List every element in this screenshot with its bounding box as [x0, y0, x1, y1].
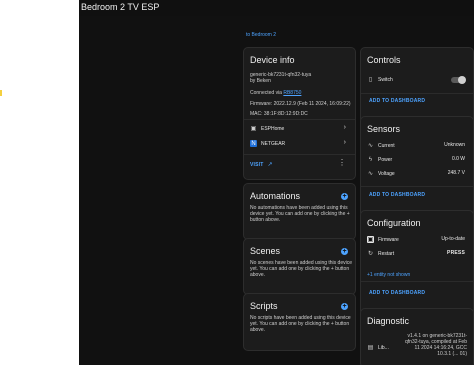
restart-row: ↻ Restart [367, 250, 395, 258]
switch-icon: ▯ [368, 77, 373, 83]
configuration-add-to-dashboard[interactable]: ADD TO DASHBOARD [369, 290, 425, 296]
mac-address: MAC: 38:1F:8D:12:9D:DC [250, 111, 308, 117]
restart-press-button[interactable]: PRESS [447, 250, 465, 256]
esphome-icon: ▣ [250, 126, 257, 132]
controls-card: Controls ▯ Switch ADD TO DASHBOARD [360, 47, 474, 124]
diagnostic-title: Diagnostic [367, 316, 410, 326]
sensors-add-to-dashboard[interactable]: ADD TO DASHBOARD [369, 192, 425, 198]
configuration-card: Configuration ▣ Firmware Up-to-date ↻ Re… [360, 210, 474, 316]
divider [361, 93, 473, 94]
firmware-label: Firmware [378, 236, 399, 243]
sensor-row-current[interactable]: ∿ Current [367, 142, 395, 150]
visit-link[interactable]: VISIT ↗ [250, 161, 273, 169]
device-info-card: Device info generic-bk7231t-qfn32-tuya b… [243, 47, 356, 180]
sensor-row-voltage[interactable]: ∿ Voltage [367, 170, 395, 178]
library-icon: ▤ [367, 345, 374, 351]
chevron-right-icon: › [343, 124, 346, 131]
sensors-title: Sensors [367, 124, 401, 134]
sensor-value: 248.7 V [447, 170, 465, 176]
scripts-title: Scripts [250, 301, 278, 311]
divider [244, 154, 355, 155]
switch-label: Switch [378, 76, 393, 83]
restart-label: Restart [378, 250, 395, 257]
switch-row: ▯ Switch [367, 76, 393, 84]
breadcrumb[interactable]: to Bedroom 2 [246, 32, 276, 38]
scenes-card: Scenes + No scenes have been added using… [243, 238, 356, 295]
more-options-icon[interactable]: ⋮ [338, 158, 346, 167]
integration-label: NETGEAR [261, 140, 286, 147]
power-icon: ϟ [368, 156, 373, 163]
firmware-update-icon: ▣ [367, 236, 374, 243]
restart-icon: ↻ [367, 251, 374, 257]
add-automation-button[interactable]: + [341, 193, 348, 200]
firmware-info: Firmware: 2022.12.9 (Feb 11 2024, 16:09:… [250, 101, 351, 107]
scenes-title: Scenes [250, 246, 281, 256]
top-bar: Bedroom 2 TV ESP [79, 0, 474, 16]
divider [244, 119, 355, 120]
diagnostic-row-lib[interactable]: ▤ Lib... [367, 344, 389, 352]
integration-label: ESPHome [261, 125, 285, 132]
netgear-icon: N [250, 140, 257, 147]
connected-via-link[interactable]: RB8750 [283, 90, 301, 96]
diagnostic-lib-label: Lib... [378, 344, 389, 351]
sensor-label: Power [378, 156, 393, 163]
device-info-title: Device info [250, 55, 295, 65]
divider [361, 186, 473, 187]
diagnostic-card: Diagnostic ▤ Lib... v1.4.1 on generic-bk… [360, 308, 474, 365]
left-indicator [0, 90, 2, 96]
visit-label: VISIT [250, 161, 264, 168]
scripts-card: Scripts + No scripts have been added usi… [243, 293, 356, 351]
firmware-row[interactable]: ▣ Firmware [367, 236, 399, 243]
switch-toggle[interactable] [451, 76, 466, 84]
external-link-icon: ↗ [267, 162, 273, 168]
controls-add-to-dashboard[interactable]: ADD TO DASHBOARD [369, 98, 425, 104]
automations-title: Automations [250, 191, 301, 201]
sensor-label: Voltage [378, 170, 395, 177]
app-window: Bedroom 2 TV ESP to Bedroom 2 Device inf… [79, 0, 474, 365]
voltage-icon: ∿ [367, 171, 374, 177]
integration-row-netgear[interactable]: N NETGEAR [250, 140, 285, 147]
controls-title: Controls [367, 55, 401, 65]
sensors-card: Sensors ∿ Current Unknown ϟ Power 0.0 W … [360, 116, 474, 218]
add-scene-button[interactable]: + [341, 248, 348, 255]
main-content: to Bedroom 2 Device info generic-bk7231t… [79, 16, 474, 365]
left-blank-area [0, 0, 79, 365]
page-title: Bedroom 2 TV ESP [81, 2, 160, 12]
diagnostic-lib-value: v1.4.1 on generic-bk7231t-qfn32-tuya, co… [405, 333, 467, 357]
device-manufacturer: by Beken [250, 78, 271, 84]
connected-via-label: Connected via [250, 90, 282, 96]
sensor-value: 0.0 W [451, 156, 465, 162]
scripts-empty-text: No scripts have been added using this de… [250, 315, 351, 333]
integration-row-esphome[interactable]: ▣ ESPHome [250, 125, 285, 133]
current-icon: ∿ [367, 143, 374, 149]
firmware-status: Up-to-date [441, 236, 465, 242]
sensor-label: Current [378, 142, 395, 149]
add-script-button[interactable]: + [341, 303, 348, 310]
configuration-title: Configuration [367, 218, 421, 228]
automations-card: Automations + No automations have been a… [243, 183, 356, 240]
hidden-entities-link[interactable]: +1 entity not shown [367, 272, 410, 278]
chevron-right-icon: › [343, 139, 346, 146]
sensor-row-power[interactable]: ϟ Power [367, 156, 392, 163]
scenes-empty-text: No scenes have been added using this dev… [250, 260, 353, 278]
divider [361, 281, 473, 282]
automations-empty-text: No automations have been added using thi… [250, 205, 350, 223]
sensor-value: Unknown [444, 142, 465, 148]
